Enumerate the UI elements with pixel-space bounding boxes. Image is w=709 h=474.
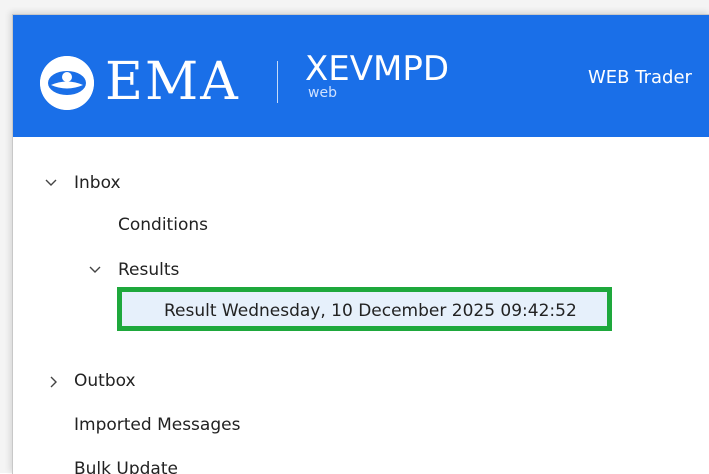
tree-item-inbox[interactable]: Inbox — [74, 172, 121, 194]
product-subtitle: web — [308, 85, 337, 101]
chevron-down-icon[interactable] — [88, 263, 102, 277]
ema-logo-icon — [40, 56, 94, 110]
product-name: XEVMPD — [305, 49, 450, 89]
tree-item-conditions[interactable]: Conditions — [118, 214, 208, 236]
navigation-tree: Inbox Conditions Results Result Wednesda… — [13, 137, 709, 474]
tree-item-imported-messages[interactable]: Imported Messages — [74, 414, 240, 436]
brand-name: EMA — [105, 52, 240, 112]
screenshot-frame: EMA XEVMPD web WEB Trader Inbox Conditio… — [0, 0, 709, 474]
app-window: EMA XEVMPD web WEB Trader Inbox Conditio… — [12, 14, 709, 474]
app-title: WEB Trader — [588, 67, 692, 88]
tree-item-outbox[interactable]: Outbox — [74, 370, 136, 392]
tree-item-bulk-update[interactable]: Bulk Update — [74, 458, 178, 474]
chevron-down-icon[interactable] — [44, 176, 58, 190]
app-header: EMA XEVMPD web WEB Trader — [13, 15, 709, 137]
tree-item-result-selected[interactable]: Result Wednesday, 10 December 2025 09:42… — [117, 287, 612, 331]
chevron-right-icon[interactable] — [47, 375, 61, 389]
header-divider — [277, 61, 278, 103]
tree-item-results[interactable]: Results — [118, 259, 179, 281]
tree-item-label: Result Wednesday, 10 December 2025 09:42… — [164, 301, 577, 321]
